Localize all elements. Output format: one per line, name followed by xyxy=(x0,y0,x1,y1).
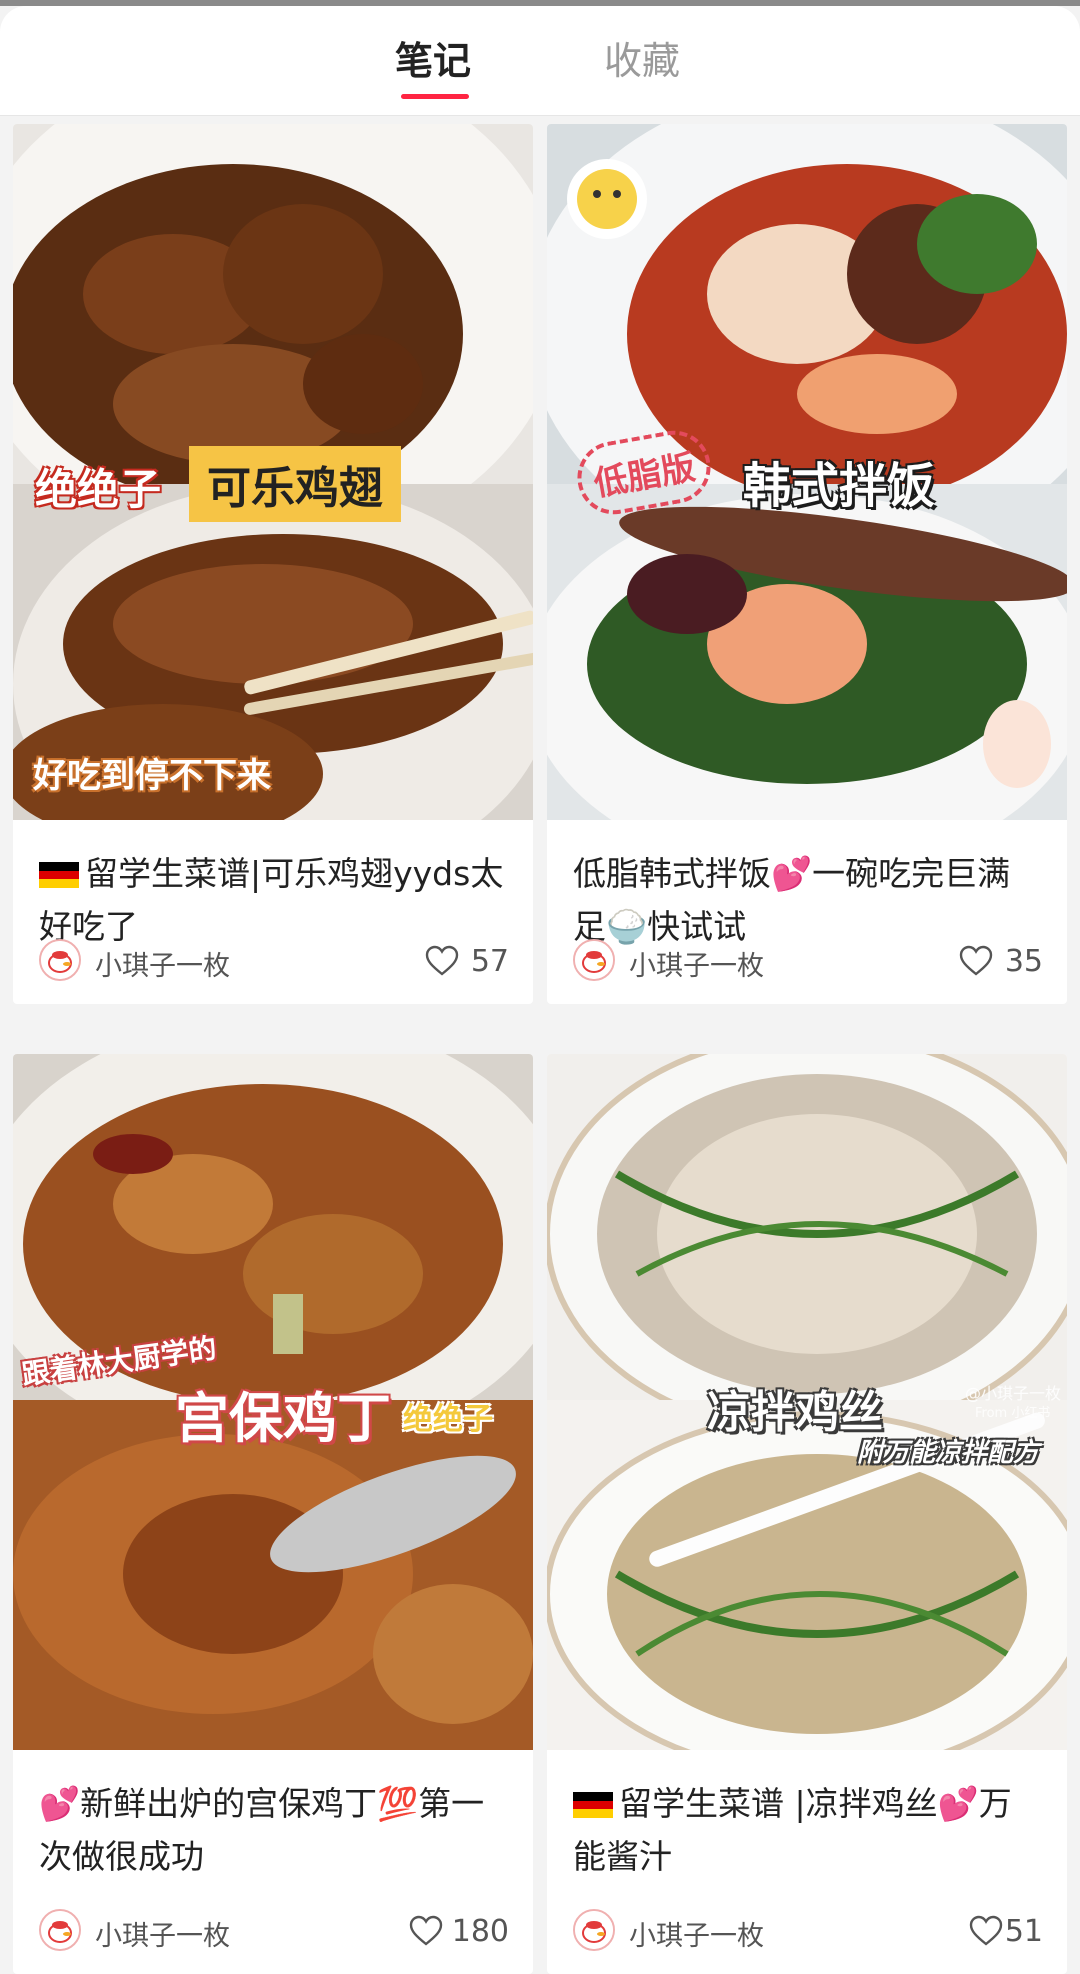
germany-flag-icon xyxy=(573,1792,613,1818)
heart-icon[interactable] xyxy=(959,945,993,977)
cover-label-main: 韩式拌饭 xyxy=(743,458,936,514)
author-name[interactable]: 小琪子一枚 xyxy=(95,944,230,983)
like-group[interactable]: 57 xyxy=(399,942,509,982)
cover-label-left: 绝绝子 xyxy=(35,465,162,514)
heart-icon[interactable] xyxy=(425,945,459,977)
tab-notes[interactable]: 笔记 xyxy=(395,36,471,86)
note-title[interactable]: 留学生菜谱 |凉拌鸡丝💕万能酱汁 xyxy=(573,1777,1043,1883)
like-group[interactable]: 180 xyxy=(379,1912,509,1952)
cover-label-bottom: 好吃到停不下来 xyxy=(33,756,271,796)
author-name[interactable]: 小琪子一枚 xyxy=(629,944,764,983)
tab-header: 笔记 收藏 xyxy=(0,6,1080,116)
cover-label-sub: 附万能凉拌配方 xyxy=(857,1438,1040,1468)
cartoon-duck-icon xyxy=(41,941,79,979)
note-title-text: 留学生菜谱 |凉拌鸡丝💕万能酱汁 xyxy=(573,1784,1012,1876)
note-meta: 小琪子一枚 57 xyxy=(39,938,509,984)
active-tab-indicator xyxy=(401,94,469,99)
note-cover-image[interactable]: 凉拌鸡丝 附万能凉拌配方 @小琪子一枚 From 小红书 xyxy=(547,1054,1067,1750)
note-cover-image[interactable]: 低脂版 韩式拌饭 xyxy=(547,124,1067,820)
cartoon-duck-icon xyxy=(575,1911,613,1949)
tab-favorites[interactable]: 收藏 xyxy=(604,36,680,86)
note-cover-image[interactable]: 绝绝子 可乐鸡翅 好吃到停不下来 xyxy=(13,124,533,820)
cover-watermark-source: From 小红书 xyxy=(975,1406,1051,1421)
cover-label-main: 可乐鸡翅 xyxy=(189,446,401,522)
note-card[interactable]: 低脂版 韩式拌饭 低脂韩式拌饭💕一碗吃完巨满足🍚快试试 小琪子一枚 35 xyxy=(547,124,1067,1004)
heart-icon[interactable] xyxy=(409,1915,443,1947)
avatar[interactable] xyxy=(39,1909,81,1951)
like-count: 35 xyxy=(1004,944,1043,979)
cover-label-main: 凉拌鸡丝 xyxy=(707,1387,883,1438)
like-group[interactable]: 35 xyxy=(933,942,1043,982)
like-count: 51 xyxy=(1004,1914,1043,1949)
cartoon-duck-icon xyxy=(575,941,613,979)
note-meta: 小琪子一枚 35 xyxy=(573,938,1043,984)
cover-watermark: @小琪子一枚 xyxy=(965,1384,1062,1403)
author-name[interactable]: 小琪子一枚 xyxy=(95,1914,230,1953)
note-title-text: 低脂韩式拌饭💕一碗吃完巨满足🍚快试试 xyxy=(573,854,1011,946)
note-card[interactable]: 绝绝子 可乐鸡翅 好吃到停不下来 留学生菜谱|可乐鸡翅yyds太好吃了 小琪子一… xyxy=(13,124,533,1004)
cover-label-main: 宫保鸡丁 xyxy=(175,1387,391,1450)
heart-icon[interactable] xyxy=(969,1915,1003,1947)
header-divider xyxy=(0,115,1080,116)
note-meta: 小琪子一枚 51 xyxy=(573,1908,1043,1954)
note-title[interactable]: 💕新鲜出炉的宫保鸡丁💯第一次做很成功 xyxy=(39,1777,509,1883)
note-card[interactable]: 跟着林大厨学的 宫保鸡丁 绝绝子 💕新鲜出炉的宫保鸡丁💯第一次做很成功 小琪子一… xyxy=(13,1054,533,1974)
author-name[interactable]: 小琪子一枚 xyxy=(629,1914,764,1953)
note-title-text: 💕新鲜出炉的宫保鸡丁💯第一次做很成功 xyxy=(39,1784,485,1876)
like-count: 57 xyxy=(470,944,509,979)
avatar[interactable] xyxy=(573,939,615,981)
like-group[interactable]: 51 xyxy=(933,1912,1043,1952)
note-cover-image[interactable]: 跟着林大厨学的 宫保鸡丁 绝绝子 xyxy=(13,1054,533,1750)
note-meta: 小琪子一枚 180 xyxy=(39,1908,509,1954)
cartoon-duck-icon xyxy=(41,1911,79,1949)
note-title-text: 留学生菜谱|可乐鸡翅yyds太好吃了 xyxy=(39,854,504,946)
avatar[interactable] xyxy=(39,939,81,981)
like-count: 180 xyxy=(451,1914,509,1949)
avatar[interactable] xyxy=(573,1909,615,1951)
germany-flag-icon xyxy=(39,862,79,888)
cover-label-side: 绝绝子 xyxy=(403,1402,493,1437)
note-card[interactable]: 凉拌鸡丝 附万能凉拌配方 @小琪子一枚 From 小红书 留学生菜谱 |凉拌鸡丝… xyxy=(547,1054,1067,1974)
